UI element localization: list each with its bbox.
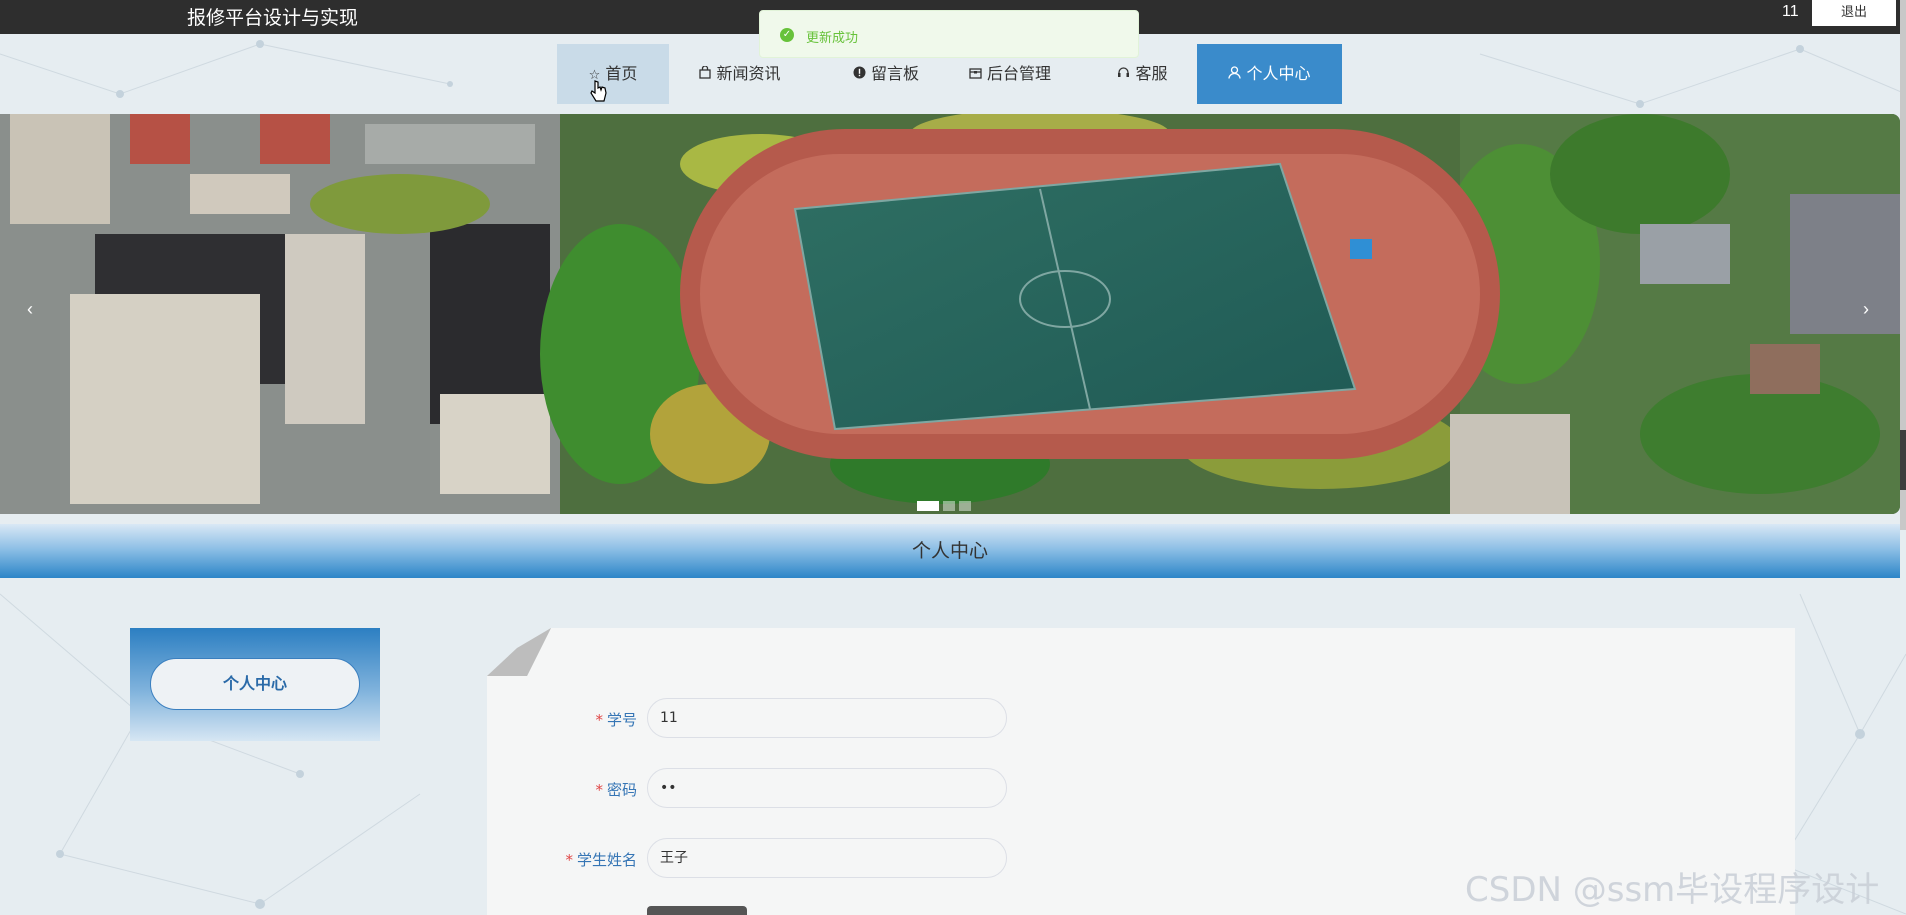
student-id-input[interactable]: 11 — [647, 698, 1007, 738]
carousel-dot[interactable] — [917, 501, 939, 511]
sidebar: 个人中心 — [130, 628, 380, 741]
nav-item-label: 个人中心 — [1246, 64, 1311, 83]
student-name-input[interactable]: 王子 — [647, 838, 1007, 878]
current-username: 11 — [1782, 3, 1799, 20]
logout-button[interactable]: 退出 — [1812, 0, 1896, 26]
form-row-password: * 密码 •• — [487, 768, 1187, 808]
site-title: 报修平台设计与实现 — [187, 7, 359, 29]
form-row-student-name: * 学生姓名 王子 — [487, 838, 1187, 878]
carousel-prev-button[interactable]: ‹ — [20, 299, 40, 320]
nav-item-personal-center[interactable]: 个人中心 — [1197, 44, 1342, 104]
page-fold-decoration — [487, 628, 551, 676]
bag-icon — [699, 46, 712, 106]
carousel-dot[interactable] — [959, 501, 971, 511]
student-name-label: * 学生姓名 — [565, 851, 637, 869]
required-mark: * — [595, 711, 603, 729]
section-title: 个人中心 — [0, 524, 1900, 578]
watermark-text: CSDN @ssm毕设程序设计 — [1465, 870, 1880, 910]
page-scrollbar-thumb[interactable] — [1900, 430, 1906, 490]
password-label: * 密码 — [595, 781, 637, 799]
mouse-cursor-icon — [590, 80, 607, 102]
user-icon — [1228, 46, 1242, 106]
carousel-indicators — [917, 498, 975, 514]
nav-item-home[interactable]: ☆ 首页 — [557, 44, 669, 104]
required-mark: * — [565, 851, 573, 869]
required-mark: * — [595, 781, 603, 799]
success-toast: ✓ 更新成功 — [759, 10, 1139, 58]
check-circle-icon: ✓ — [780, 28, 794, 42]
campus-aerial-photo — [0, 114, 1900, 514]
nav-item-label: 首页 — [605, 64, 638, 83]
nav-item-label: 留言板 — [870, 64, 919, 83]
nav-item-label: 后台管理 — [986, 64, 1051, 83]
sidebar-item-personal-center[interactable]: 个人中心 — [150, 658, 360, 710]
avatar-upload-preview[interactable] — [647, 906, 747, 915]
nav-item-label: 新闻资讯 — [716, 64, 781, 83]
carousel-next-button[interactable]: › — [1856, 299, 1876, 320]
nav-item-label: 客服 — [1135, 64, 1168, 83]
student-id-label: * 学号 — [595, 711, 637, 729]
form-row-student-id: * 学号 11 — [487, 698, 1187, 738]
banner-carousel[interactable]: ‹ › — [0, 114, 1900, 514]
password-input[interactable]: •• — [647, 768, 1007, 808]
carousel-dot[interactable] — [943, 501, 955, 511]
toast-message: 更新成功 — [806, 31, 859, 46]
